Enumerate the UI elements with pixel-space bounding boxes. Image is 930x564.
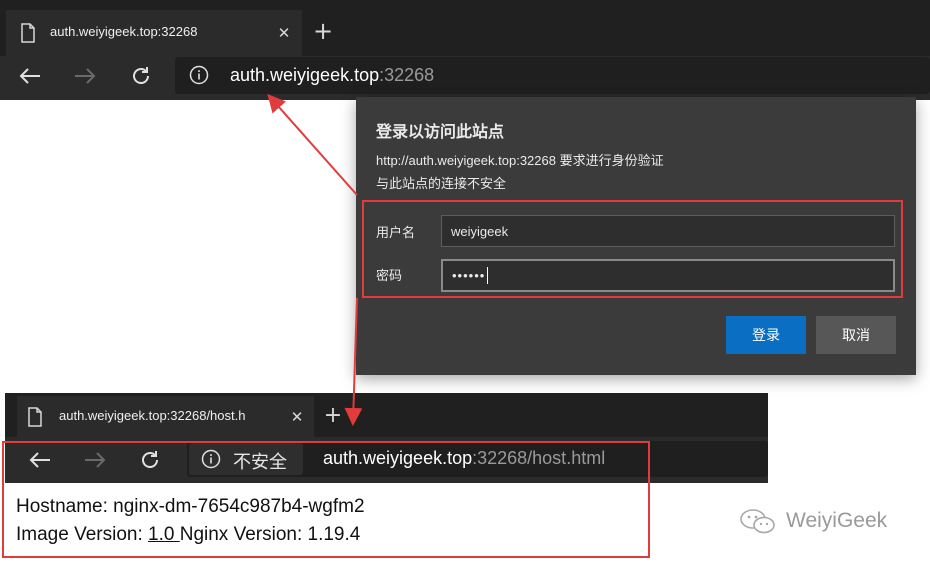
watermark: WeiyiGeek [738, 506, 887, 536]
watermark-text: WeiyiGeek [786, 509, 888, 532]
annotation-arrows [267, 94, 363, 426]
arrow-to-result [344, 297, 363, 426]
wechat-icon [738, 506, 778, 536]
arrow-to-url [267, 94, 358, 196]
